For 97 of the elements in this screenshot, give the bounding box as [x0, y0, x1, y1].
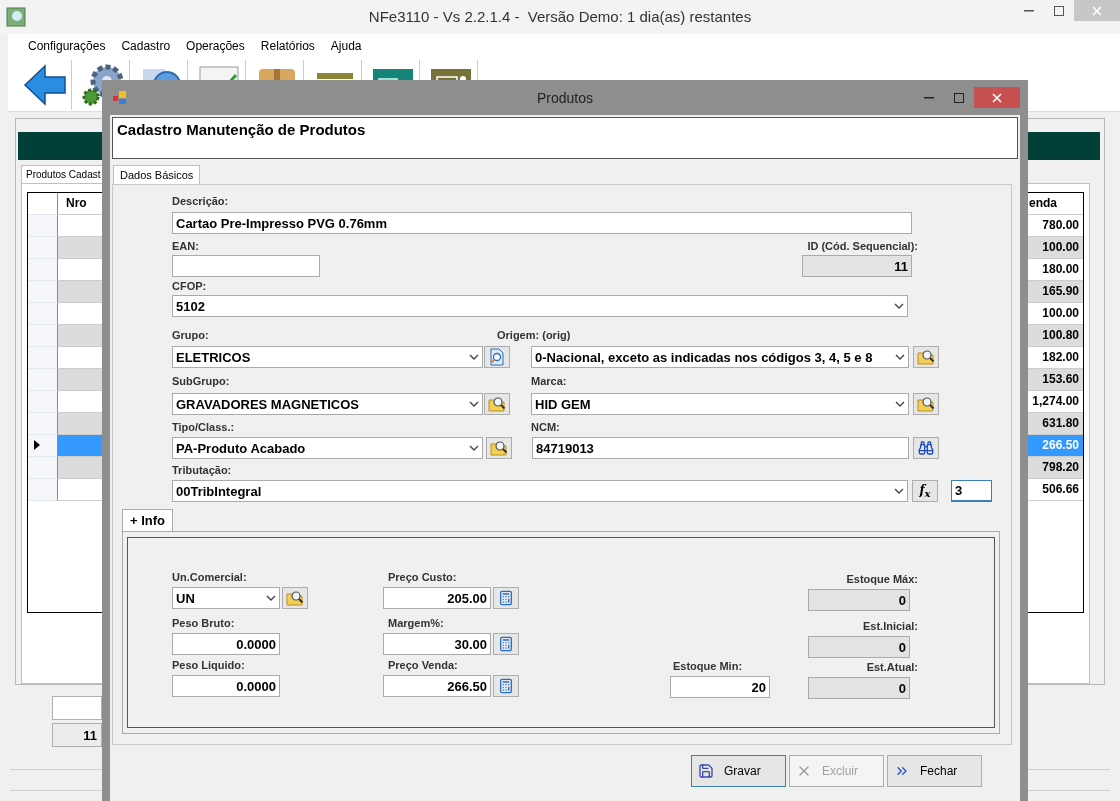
- calculator-icon: [498, 678, 514, 694]
- close-icon: [1092, 5, 1102, 16]
- window-title: NFe3110 - Vs 2.2.1.4 - Versão Demo: 1 dia(as) restantes: [368, 8, 752, 25]
- readonly-field: 0: [808, 589, 910, 611]
- form-header: Cadastro Manutenção de Produtos: [112, 117, 1018, 159]
- document-search-icon: [488, 348, 506, 366]
- field-label: EAN:: [172, 239, 199, 254]
- tab[interactable]: Dados Básicos: [113, 165, 201, 184]
- dropdown[interactable]: GRAVADORES MAGNETICOS: [172, 393, 483, 415]
- input-field[interactable]: Cartao Pre-Impresso PVG 0.76mm: [172, 212, 912, 234]
- field-label: Estoque Min:: [673, 659, 743, 674]
- field-label: Est.Atual:: [866, 660, 918, 675]
- menu-item[interactable]: Operações: [178, 39, 253, 53]
- folder-search-icon: [490, 439, 508, 457]
- chevron-down-icon: [895, 353, 905, 361]
- count-field: 11: [52, 723, 102, 747]
- chevron-down-icon: [266, 594, 276, 602]
- chevron-down-icon: [894, 302, 904, 310]
- menu-item[interactable]: Configurações: [20, 39, 114, 53]
- field-label: Origem: (orig): [497, 328, 571, 343]
- folder-search-icon: [286, 589, 304, 607]
- minimize-icon: [1024, 9, 1034, 12]
- close-icon: [992, 92, 1002, 103]
- menu-item[interactable]: Relatórios: [252, 39, 323, 53]
- menu-item[interactable]: Ajuda: [322, 39, 370, 53]
- app-icon: [6, 7, 26, 27]
- row-pointer-icon: [34, 440, 40, 451]
- search-button[interactable]: [913, 346, 939, 368]
- input-field[interactable]: [52, 696, 102, 720]
- chevron-down-icon: [469, 400, 479, 408]
- folder-search-icon: [917, 348, 935, 366]
- search-button[interactable]: [913, 437, 939, 459]
- folder-search-icon: [488, 395, 506, 413]
- field-label: ID (Cód. Sequencial):: [807, 239, 918, 254]
- input-field[interactable]: 20: [670, 676, 770, 698]
- maximize-icon: [954, 92, 964, 103]
- chevron-down-icon: [469, 353, 479, 361]
- field-label: Peso Liquido:: [172, 658, 245, 673]
- chevron-down-icon: [894, 487, 904, 495]
- save-button[interactable]: Gravar: [691, 755, 786, 787]
- calculator-icon: [498, 636, 514, 652]
- menu-item[interactable]: Cadastro: [113, 39, 179, 53]
- dropdown[interactable]: 0-Nacional, exceto as indicadas nos códigos 3, 4, 5 e 8: [531, 346, 909, 368]
- readonly-field: 0: [808, 677, 910, 699]
- dropdown[interactable]: PA-Produto Acabado: [172, 437, 483, 459]
- field-label: Estoque Máx:: [846, 572, 918, 587]
- close-button[interactable]: Fechar: [887, 755, 982, 787]
- field-label: Grupo:: [172, 328, 210, 343]
- dropdown[interactable]: 00TribIntegral: [172, 480, 908, 502]
- search-button[interactable]: [484, 346, 510, 368]
- field-label: Margem%:: [388, 616, 444, 631]
- calculator-icon: [498, 590, 514, 606]
- chevron-down-icon: [895, 400, 905, 408]
- input-field[interactable]: 266.50: [383, 675, 491, 697]
- readonly-field: 0: [808, 636, 910, 658]
- calculator-button[interactable]: [493, 587, 519, 609]
- field-label: Peso Bruto:: [172, 616, 235, 631]
- maximize-icon: [1054, 5, 1064, 16]
- id-field: 11: [802, 255, 912, 277]
- field-label: CFOP:: [172, 279, 208, 294]
- formula-button[interactable]: f$_{x}$: [912, 480, 938, 502]
- field-label: Un.Comercial:: [172, 570, 247, 585]
- back-arrow-icon: [22, 63, 67, 106]
- calculator-button[interactable]: [493, 675, 519, 697]
- dropdown[interactable]: ELETRICOS: [172, 346, 483, 368]
- input-field[interactable]: 30.00: [383, 633, 491, 655]
- close-button[interactable]: [974, 87, 1020, 108]
- search-button[interactable]: [913, 393, 939, 415]
- field-label: Est.Inicial:: [862, 619, 918, 634]
- form-icon: [112, 89, 128, 106]
- input-field[interactable]: 84719013: [532, 437, 909, 459]
- chevron-down-icon: [469, 444, 479, 452]
- field-label: SubGrupo:: [172, 374, 231, 389]
- tab[interactable]: + Info: [122, 509, 174, 531]
- field-label: NCM:: [531, 420, 560, 435]
- input-field[interactable]: 0.0000: [172, 633, 280, 655]
- calculator-button[interactable]: [493, 633, 519, 655]
- field-label: Tipo/Class.:: [172, 420, 236, 435]
- field-label: Marca:: [531, 374, 567, 389]
- input-field[interactable]: 3: [951, 480, 992, 502]
- field-label: Tributação:: [172, 463, 233, 478]
- dialog-title: Produtos: [536, 90, 593, 106]
- search-button[interactable]: [484, 393, 510, 415]
- dropdown[interactable]: HID GEM: [531, 393, 909, 415]
- input-field[interactable]: [172, 255, 320, 277]
- field-label: Preço Custo:: [388, 570, 457, 585]
- search-button[interactable]: [486, 437, 512, 459]
- search-button[interactable]: [282, 587, 308, 609]
- dropdown[interactable]: 5102: [172, 295, 908, 317]
- field-label: Preço Venda:: [388, 658, 458, 673]
- folder-search-icon: [917, 395, 935, 413]
- field-label: Descrição:: [172, 194, 230, 209]
- input-field[interactable]: 205.00: [383, 587, 491, 609]
- minimize-icon: [924, 96, 934, 99]
- dropdown[interactable]: UN: [172, 587, 280, 609]
- binoculars-icon: [918, 440, 934, 456]
- input-field[interactable]: 0.0000: [172, 675, 280, 697]
